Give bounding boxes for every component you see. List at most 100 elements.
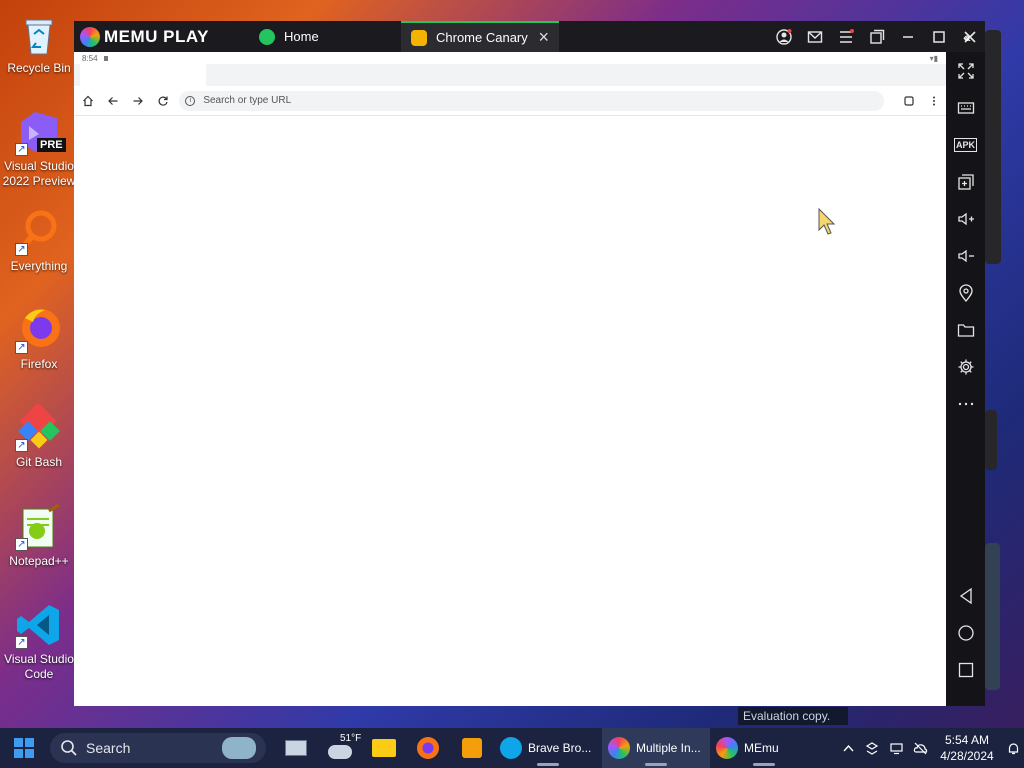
cloud-icon bbox=[328, 745, 352, 759]
clock-date: 4/28/2024 bbox=[940, 749, 994, 763]
desktop-icon-label: Firefox bbox=[20, 357, 58, 371]
desktop-icon-notepad-plus-plus[interactable]: ↗ Notepad++ bbox=[2, 503, 76, 569]
menu-icon[interactable] bbox=[830, 21, 861, 52]
desktop-icon-vscode[interactable]: ↗ Visual Studio Code bbox=[2, 601, 76, 682]
minimize-icon[interactable] bbox=[892, 21, 923, 52]
file-explorer-button[interactable] bbox=[362, 728, 406, 768]
desktop-icon-visual-studio-2022-preview[interactable]: PRE ↗ Visual Studio 2022 Preview bbox=[2, 108, 76, 189]
desktop-icon-firefox[interactable]: ↗ Firefox bbox=[2, 306, 76, 372]
keyboard-icon[interactable] bbox=[946, 93, 985, 123]
taskbar: Search 51°F Brave Bro... Multiple In... … bbox=[0, 728, 1024, 768]
recents-icon[interactable] bbox=[946, 655, 985, 685]
everything-search-icon: ↗ bbox=[15, 208, 63, 256]
location-icon[interactable] bbox=[946, 278, 985, 308]
restore-down-icon[interactable] bbox=[861, 21, 892, 52]
clock-time: 5:54 AM bbox=[944, 733, 990, 747]
firefox-taskbar-button[interactable] bbox=[406, 728, 450, 768]
desktop-icon-label: Visual Studio 2022 Preview bbox=[2, 159, 76, 188]
more-icon[interactable] bbox=[946, 389, 985, 419]
home-icon[interactable] bbox=[946, 618, 985, 648]
volume-down-icon[interactable] bbox=[946, 241, 985, 271]
web-page-content[interactable] bbox=[74, 117, 946, 706]
settings-icon[interactable] bbox=[946, 352, 985, 382]
tab-chrome-canary[interactable]: Chrome Canary × bbox=[401, 21, 559, 52]
firefox-icon bbox=[417, 737, 439, 759]
forward-arrow-icon[interactable] bbox=[126, 86, 151, 116]
task-view-button[interactable] bbox=[274, 728, 318, 768]
windows-logo-icon bbox=[14, 738, 34, 758]
background-window-sliver bbox=[985, 30, 1001, 264]
address-bar[interactable]: i Search or type URL bbox=[179, 90, 885, 111]
background-window-sliver bbox=[985, 543, 1000, 690]
tab-label: Home bbox=[284, 29, 319, 44]
chrome-tab[interactable] bbox=[80, 64, 206, 86]
account-icon[interactable] bbox=[768, 21, 799, 52]
collapse-sidebar-icon[interactable]: ‹‹‹ bbox=[946, 21, 985, 52]
evaluation-watermark: Evaluation copy. Bu bbox=[738, 707, 848, 741]
tab-switcher-icon[interactable] bbox=[896, 86, 921, 116]
fullscreen-icon[interactable] bbox=[946, 56, 985, 86]
address-placeholder: Search or type URL bbox=[203, 95, 292, 106]
chrome-toolbar: i Search or type URL bbox=[74, 86, 946, 116]
desktop-icon-recycle-bin[interactable]: Recycle Bin bbox=[2, 10, 76, 76]
media-player-button[interactable] bbox=[450, 728, 494, 768]
desktop-icon-everything[interactable]: ↗ Everything bbox=[2, 208, 76, 274]
info-icon: i bbox=[185, 95, 196, 106]
clock[interactable]: 5:54 AM 4/28/2024 bbox=[932, 732, 1002, 764]
recycle-bin-icon bbox=[15, 10, 63, 58]
memu-titlebar: MEMU PLAY Home Chrome Canary × bbox=[74, 21, 985, 52]
tab-close-icon[interactable]: × bbox=[538, 27, 549, 48]
memu-brand: MEMU PLAY bbox=[104, 26, 209, 46]
desktop-icon-label: Visual Studio Code bbox=[4, 652, 74, 681]
memu-logo: MEMU PLAY bbox=[74, 26, 249, 47]
desktop-icon-git-bash[interactable]: ↗ Git Bash bbox=[2, 402, 76, 470]
notepad-plus-plus-icon: ↗ bbox=[15, 503, 63, 551]
chevron-up-icon[interactable] bbox=[836, 728, 860, 768]
preview-badge: PRE bbox=[37, 138, 66, 152]
memu-sidebar: ‹‹‹ APK bbox=[946, 29, 985, 706]
vscode-icon: ↗ bbox=[15, 601, 63, 649]
folder-icon[interactable] bbox=[946, 315, 985, 345]
android-home-icon bbox=[259, 28, 275, 45]
apk-icon[interactable]: APK bbox=[946, 130, 985, 160]
firefox-icon: ↗ bbox=[15, 306, 63, 354]
overflow-menu-icon[interactable] bbox=[921, 86, 946, 116]
tab-home[interactable]: Home bbox=[249, 21, 401, 52]
android-status-bar: 8:54 ▾▮ bbox=[74, 52, 946, 64]
network-icon[interactable] bbox=[884, 728, 908, 768]
desktop-icon-label: Recycle Bin bbox=[7, 61, 71, 75]
mail-icon[interactable] bbox=[799, 21, 830, 52]
memu-logo-icon bbox=[80, 26, 100, 47]
chrome-tab-strip bbox=[74, 64, 946, 86]
shortcut-arrow-icon: ↗ bbox=[15, 243, 28, 256]
home-icon[interactable] bbox=[76, 86, 101, 116]
android-screen: 8:54 ▾▮ i Search or type URL bbox=[74, 52, 946, 706]
sync-icon[interactable] bbox=[860, 728, 884, 768]
taskbar-app-memu[interactable]: MEmu bbox=[710, 728, 818, 768]
back-arrow-icon[interactable] bbox=[101, 86, 126, 116]
multi-window-icon[interactable] bbox=[946, 167, 985, 197]
chrome-canary-icon bbox=[411, 29, 427, 46]
taskbar-search[interactable]: Search bbox=[50, 733, 266, 763]
background-window-sliver bbox=[985, 410, 997, 470]
shortcut-arrow-icon: ↗ bbox=[15, 143, 28, 156]
weather-widget[interactable]: 51°F bbox=[318, 728, 362, 768]
shortcut-arrow-icon: ↗ bbox=[15, 538, 28, 551]
taskbar-app-brave[interactable]: Brave Bro... bbox=[494, 728, 602, 768]
notification-bell-icon[interactable] bbox=[1002, 728, 1024, 768]
desktop-icon-label: Everything bbox=[10, 259, 68, 273]
start-button[interactable] bbox=[0, 728, 48, 768]
back-icon[interactable] bbox=[946, 581, 985, 611]
git-bash-icon: ↗ bbox=[15, 402, 63, 452]
tab-label: Chrome Canary bbox=[436, 30, 528, 45]
taskbar-app-multiple-instances[interactable]: Multiple In... bbox=[602, 728, 710, 768]
task-view-icon bbox=[285, 740, 307, 756]
battery-wifi-icon: ▾▮ bbox=[929, 53, 938, 63]
search-icon bbox=[61, 740, 77, 756]
cloud-sync-icon[interactable] bbox=[908, 728, 932, 768]
reload-icon[interactable] bbox=[150, 86, 175, 116]
memu-icon bbox=[716, 737, 738, 759]
search-highlight-icon bbox=[222, 737, 256, 759]
volume-up-icon[interactable] bbox=[946, 204, 985, 234]
weather-temp: 51°F bbox=[340, 733, 362, 744]
